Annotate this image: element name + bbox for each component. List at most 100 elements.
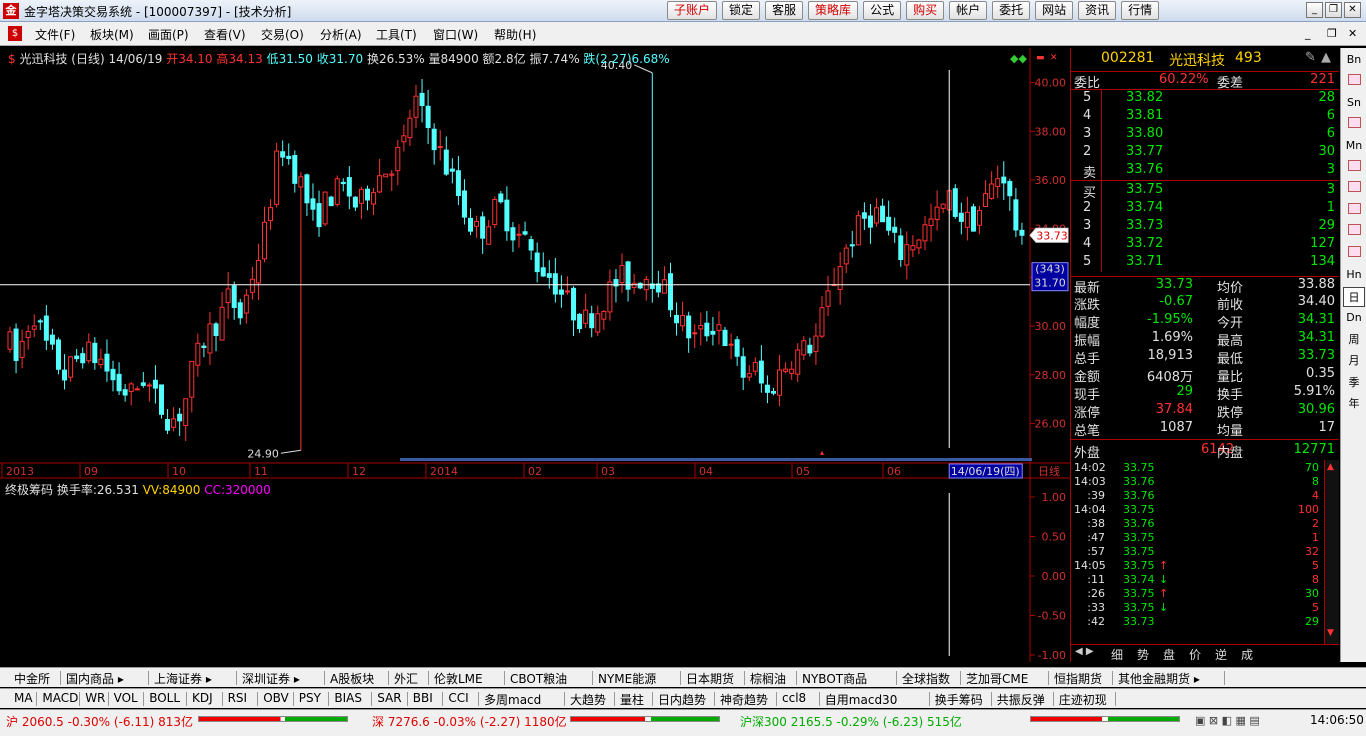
menu-item-6[interactable]: 工具(T) (376, 26, 417, 43)
period-tool-5[interactable] (1343, 158, 1365, 178)
tick-tab-0[interactable]: 细 (1111, 646, 1123, 663)
market_tabs-14[interactable]: 恒指期货 (1054, 670, 1102, 687)
period-tool-9[interactable] (1343, 244, 1365, 264)
menu-item-1[interactable]: 板块(M) (90, 26, 134, 43)
orderbook-row[interactable]: 卖 33.76 3 (1071, 162, 1339, 181)
period-tool-13[interactable]: 周 (1343, 330, 1365, 350)
scroll-up-icon[interactable]: ▲ (1321, 50, 1331, 65)
indicator_tabs-22[interactable]: 庄迹初现 (1059, 691, 1107, 708)
toolbar-button-8[interactable]: 网站 (1035, 1, 1074, 20)
hs300-index[interactable]: 沪深300 2165.5 -0.29% (-6.23) 515亿 (740, 713, 962, 730)
sh-index[interactable]: 沪 2060.5 -0.30% (-6.11) 813亿 (6, 713, 193, 730)
menu-item-7[interactable]: 窗口(W) (433, 26, 478, 43)
toolbar-button-5[interactable]: 购买 (906, 1, 945, 20)
period-tool-12[interactable]: Dn (1343, 308, 1365, 328)
tick-tab-2[interactable]: 盘 (1163, 646, 1175, 663)
orderbook-row[interactable]: 4 33.72 127 (1071, 236, 1339, 254)
mdi-restore-icon[interactable]: ❐ (1327, 27, 1337, 40)
period-tool-2[interactable]: Sn (1343, 93, 1365, 113)
menu-item-5[interactable]: 分析(A) (320, 26, 362, 43)
period-tool-4[interactable]: Mn (1343, 136, 1365, 156)
orderbook-row[interactable]: 2 33.77 30 (1071, 144, 1339, 162)
sz-index[interactable]: 深 7276.6 -0.03% (-2.27) 1180亿 (372, 713, 567, 730)
toolbar-button-7[interactable]: 委托 (992, 1, 1031, 20)
pin-icon[interactable]: ✎ (1305, 50, 1316, 65)
market_tabs-7[interactable]: CBOT粮油 (510, 670, 567, 687)
tick-scrollbar[interactable]: ▲ ▼ (1324, 460, 1339, 644)
period-tool-14[interactable]: 月 (1343, 351, 1365, 371)
market_tabs-2[interactable]: 上海证券 ▸ (154, 670, 212, 687)
menu-item-3[interactable]: 查看(V) (204, 26, 246, 43)
toolbar-button-2[interactable]: 客服 (765, 1, 804, 20)
scroll-up-icon[interactable]: ▲ (1327, 462, 1334, 472)
indicator_tabs-7[interactable]: OBV (263, 691, 289, 705)
chart-toolbar-icon[interactable]: ◆◆ (1010, 52, 1027, 65)
indicator_tabs-12[interactable]: CCI (448, 691, 468, 705)
toolbar-button-1[interactable]: 锁定 (722, 1, 761, 20)
tick-nav-icon[interactable]: ◀ ▶ (1075, 646, 1094, 657)
indicator-name[interactable]: 终极筹码 (5, 483, 53, 497)
orderbook-row[interactable]: 3 33.73 29 (1071, 218, 1339, 236)
menu-app-icon[interactable]: $ (8, 26, 22, 41)
period-tool-6[interactable] (1343, 179, 1365, 199)
indicator_tabs-3[interactable]: VOL (114, 691, 138, 705)
tick-tab-5[interactable]: 成 (1241, 646, 1253, 663)
kline-chart[interactable]: 40.0038.0036.0034.0032.0030.0028.0026.00… (0, 48, 1070, 662)
market_tabs-0[interactable]: 中金所 (14, 670, 50, 687)
indicator_tabs-6[interactable]: RSI (228, 691, 248, 705)
close-icon[interactable]: ✕ (1344, 2, 1361, 18)
chart-close-icon[interactable]: ✕ (1050, 53, 1058, 63)
period-tool-11[interactable]: 日 (1343, 286, 1365, 307)
indicator_tabs-11[interactable]: BBI (413, 691, 433, 705)
market_tabs-11[interactable]: NYBOT商品 (802, 670, 867, 687)
indicator_tabs-15[interactable]: 量柱 (620, 691, 644, 708)
period-tool-8[interactable] (1343, 222, 1365, 242)
market_tabs-9[interactable]: 日本期货 (686, 670, 734, 687)
indicator_tabs-5[interactable]: KDJ (192, 691, 213, 705)
market_tabs-4[interactable]: A股板块 (330, 670, 374, 687)
period-tool-1[interactable] (1343, 72, 1365, 92)
scroll-down-icon[interactable]: ▼ (1327, 628, 1334, 638)
orderbook-row[interactable]: 2 33.74 1 (1071, 200, 1339, 218)
market_tabs-6[interactable]: 伦敦LME (434, 670, 483, 687)
market_tabs-12[interactable]: 全球指数 (902, 670, 950, 687)
indicator_tabs-16[interactable]: 日内趋势 (658, 691, 706, 708)
indicator_tabs-17[interactable]: 神奇趋势 (720, 691, 768, 708)
market_tabs-1[interactable]: 国内商品 ▸ (66, 670, 124, 687)
orderbook-row[interactable]: 4 33.81 6 (1071, 108, 1339, 126)
indicator_tabs-13[interactable]: 多周macd (484, 691, 541, 708)
period-tool-10[interactable]: Hn (1343, 265, 1365, 285)
period-tool-3[interactable] (1343, 115, 1365, 135)
chart-scrollbar[interactable] (400, 458, 1032, 461)
market_tabs-3[interactable]: 深圳证券 ▸ (242, 670, 300, 687)
indicator_tabs-19[interactable]: 自用macd30 (825, 691, 898, 708)
indicator_tabs-18[interactable]: ccl8 (782, 691, 806, 705)
minimize-icon[interactable]: _ (1306, 2, 1323, 18)
market_tabs-8[interactable]: NYME能源 (598, 670, 656, 687)
menu-item-4[interactable]: 交易(O) (261, 26, 304, 43)
period-tool-16[interactable]: 年 (1343, 394, 1365, 414)
market_tabs-10[interactable]: 棕榈油 (750, 670, 786, 687)
mdi-minimize-icon[interactable]: _ (1305, 27, 1311, 40)
indicator_tabs-9[interactable]: BIAS (334, 691, 362, 705)
market_tabs-15[interactable]: 其他金融期货 ▸ (1118, 670, 1200, 687)
menu-item-2[interactable]: 画面(P) (148, 26, 189, 43)
indicator_tabs-21[interactable]: 共振反弹 (997, 691, 1045, 708)
status-tools-icon[interactable]: ▣ ⊠ ◧ ▦ ▤ (1195, 714, 1260, 727)
menu-item-0[interactable]: 文件(F) (35, 26, 75, 43)
menu-item-8[interactable]: 帮助(H) (494, 26, 536, 43)
kline-chart-area[interactable]: 40.0038.0036.0034.0032.0030.0028.0026.00… (0, 48, 1070, 662)
toolbar-button-6[interactable]: 帐户 (949, 1, 988, 20)
orderbook-row[interactable]: 5 33.82 28 (1071, 90, 1339, 108)
orderbook-row[interactable]: 3 33.80 6 (1071, 126, 1339, 144)
toolbar-button-9[interactable]: 资讯 (1078, 1, 1117, 20)
indicator_tabs-14[interactable]: 大趋势 (570, 691, 606, 708)
indicator_tabs-0[interactable]: MA (14, 691, 33, 705)
orderbook-row[interactable]: 买 33.75 3 (1071, 182, 1339, 201)
period-tool-0[interactable]: Bn (1343, 50, 1365, 70)
toolbar-button-3[interactable]: 策略库 (808, 1, 859, 20)
market_tabs-13[interactable]: 芝加哥CME (966, 670, 1028, 687)
restore-icon[interactable]: ❐ (1325, 2, 1342, 18)
chart-menu-icon[interactable]: $ (8, 52, 16, 66)
toolbar-button-10[interactable]: 行情 (1121, 1, 1160, 20)
